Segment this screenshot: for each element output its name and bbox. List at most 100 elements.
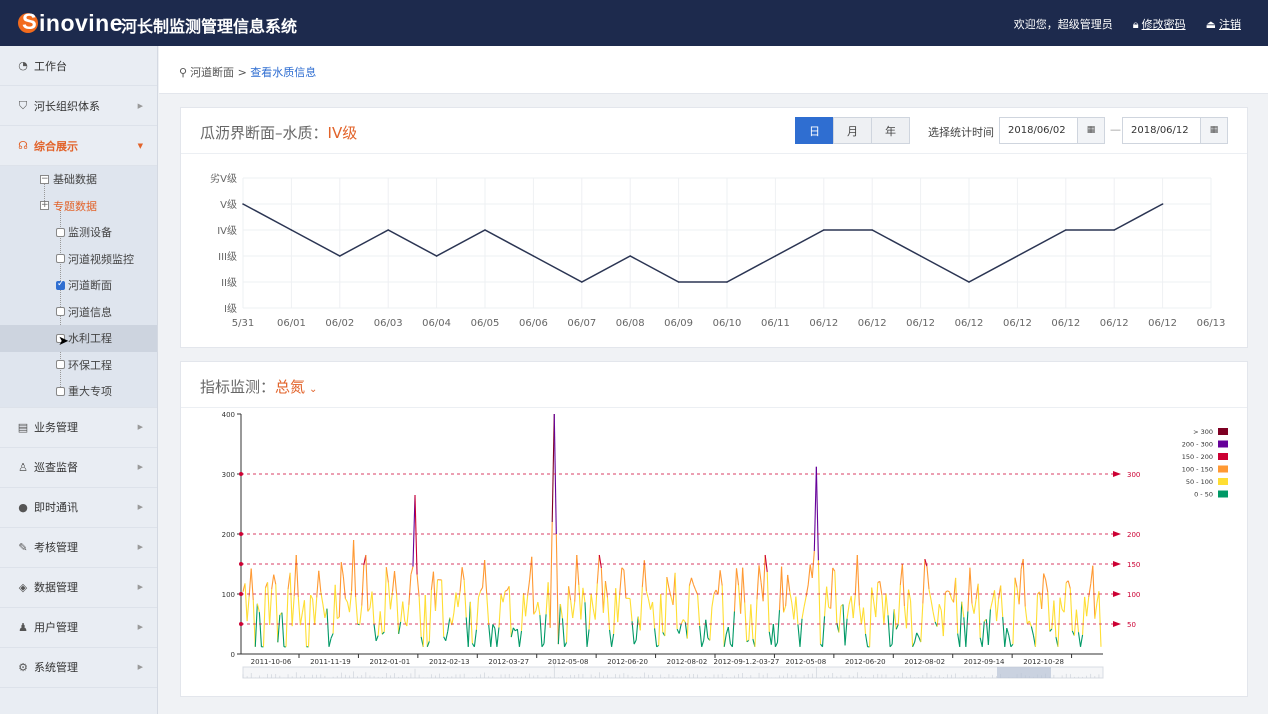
series-segment	[469, 601, 473, 644]
series-segment	[572, 601, 576, 619]
calendar-icon[interactable]: ▦	[1077, 118, 1104, 143]
series-segment	[740, 567, 744, 614]
series-segment	[635, 616, 639, 641]
series-segment	[842, 604, 846, 646]
series-segment	[885, 593, 889, 616]
series-segment	[910, 600, 914, 647]
date-to-input[interactable]: 2018/06/12 ▦	[1122, 117, 1228, 144]
series-segment	[996, 598, 1000, 622]
sinovine-logo: Sinovine	[18, 9, 123, 37]
system-title: 河长制监测管理信息系统	[121, 17, 298, 36]
tree-leaf-video[interactable]: 河道视频监控	[0, 246, 157, 273]
user-icon: ♟	[18, 620, 28, 634]
tree-leaf-major[interactable]: 重大专项	[0, 378, 157, 405]
x-tick-label: 2011-10-06	[251, 658, 292, 666]
chevron-down-icon[interactable]: ⌄	[309, 384, 317, 395]
sidebar-item-user[interactable]: ♟ 用户管理 ▶	[0, 608, 157, 648]
tree-leaf-water-project[interactable]: 水利工程 ➤	[0, 325, 157, 352]
series-segment	[905, 589, 910, 629]
checkbox-checked[interactable]	[56, 279, 65, 290]
tree-leaf-env-project[interactable]: 环保工程	[0, 352, 157, 379]
date-from-input[interactable]: 2018/06/02 ▦	[999, 117, 1105, 144]
series-segment	[850, 596, 854, 619]
tree-leaf-section[interactable]: 河道断面	[0, 272, 157, 299]
series-segment	[410, 566, 414, 575]
series-segment	[969, 567, 973, 604]
sidebar-item-workbench[interactable]: ◔ 工作台	[0, 46, 157, 86]
series-segment	[461, 567, 465, 581]
checkbox[interactable]	[56, 254, 65, 264]
series-segment	[412, 494, 416, 567]
checkbox[interactable]	[56, 386, 65, 396]
index-monitor-chart: 0 100 200 300 400 300 200 150 100 50 2011-10-06 201…	[222, 411, 1228, 679]
series-segment	[834, 571, 838, 624]
series-segment	[864, 633, 869, 647]
month-button[interactable]: 月	[833, 117, 872, 144]
series-segment	[1059, 597, 1063, 610]
series-segment	[455, 592, 459, 608]
series-segment	[920, 603, 924, 643]
series-segment	[484, 560, 488, 594]
series-segment	[561, 618, 566, 647]
mark-line-arrow-icon	[1113, 561, 1121, 567]
sidebar-item-patrol[interactable]: ♙ 巡查监督 ▶	[0, 448, 157, 488]
series-segment	[389, 591, 394, 610]
data-point	[387, 229, 389, 231]
series-segment	[862, 607, 867, 634]
series-segment	[396, 593, 400, 634]
sidebar-item-business[interactable]: ▤ 业务管理 ▶	[0, 408, 157, 448]
chevron-down-icon: ▼	[137, 141, 143, 150]
x-tick-label: 06/08	[616, 318, 645, 329]
sidebar-item-display[interactable]: ☊ 综合展示 ▼	[0, 126, 157, 166]
sidebar-item-org[interactable]: ⛉ 河长组织体系 ▶	[0, 86, 157, 126]
tree-node-basic[interactable]: − 基础数据	[0, 166, 157, 193]
series-segment	[318, 570, 322, 592]
series-segment	[764, 554, 768, 573]
tree-node-topic[interactable]: + 专题数据	[0, 193, 157, 220]
series-segment	[584, 602, 588, 647]
sidebar-item-assess[interactable]: ✎ 考核管理 ▶	[0, 528, 157, 568]
calendar-icon[interactable]: ▦	[1200, 118, 1227, 143]
water-level-series-line	[242, 203, 1163, 283]
series-segment	[719, 570, 723, 586]
tree-leaf-river-info[interactable]: 河道信息	[0, 299, 157, 326]
sidebar-item-chat[interactable]: ● 即时通讯 ▶	[0, 488, 157, 528]
series-segment	[480, 587, 484, 592]
breadcrumb-parent[interactable]: 河道断面	[190, 66, 234, 79]
series-segment	[977, 583, 981, 638]
water-quality-panel: 瓜沥界断面–水质：IV级 日 月 年 选择统计时间 2018/06/02 ▦ — …	[180, 107, 1248, 348]
change-password-link[interactable]: 🔒︎ 修改密码	[1133, 16, 1186, 32]
series-segment	[334, 584, 338, 619]
indicator-select[interactable]: 总氮	[275, 378, 305, 396]
series-segment	[373, 624, 377, 641]
y-tick-label: II级	[221, 277, 237, 289]
checkbox[interactable]	[56, 360, 65, 370]
y-tick-label: I级	[224, 303, 237, 315]
y-tick-label: 300	[222, 471, 235, 479]
series-segment	[639, 587, 643, 631]
x-tick-label: 2012-01-01	[370, 658, 411, 666]
series-segment	[291, 596, 295, 627]
logout-link[interactable]: ⏏︎ 注销	[1206, 16, 1241, 32]
series-segment	[922, 559, 926, 604]
series-segment	[897, 585, 901, 625]
dashboard-icon: ◔	[18, 59, 28, 72]
series-segment	[754, 599, 758, 647]
series-segment	[576, 554, 580, 586]
data-point	[677, 281, 680, 283]
series-segment	[817, 560, 822, 645]
checkbox[interactable]	[56, 307, 65, 317]
series-segment	[893, 609, 897, 630]
series-segment	[705, 619, 709, 639]
day-button[interactable]: 日	[795, 117, 834, 144]
chevron-right-icon: ▶	[137, 101, 143, 110]
tree-leaf-monitor-device[interactable]: 监测设备	[0, 219, 157, 246]
sidebar-item-system[interactable]: ⚙ 系统管理 ▶	[0, 648, 157, 688]
series-segment	[434, 579, 439, 612]
series-segment	[463, 580, 467, 618]
data-point	[919, 255, 922, 257]
checkbox[interactable]	[56, 227, 65, 237]
year-button[interactable]: 年	[871, 117, 910, 144]
series-segment	[895, 624, 899, 630]
sidebar-item-data[interactable]: ◈ 数据管理 ▶	[0, 568, 157, 608]
